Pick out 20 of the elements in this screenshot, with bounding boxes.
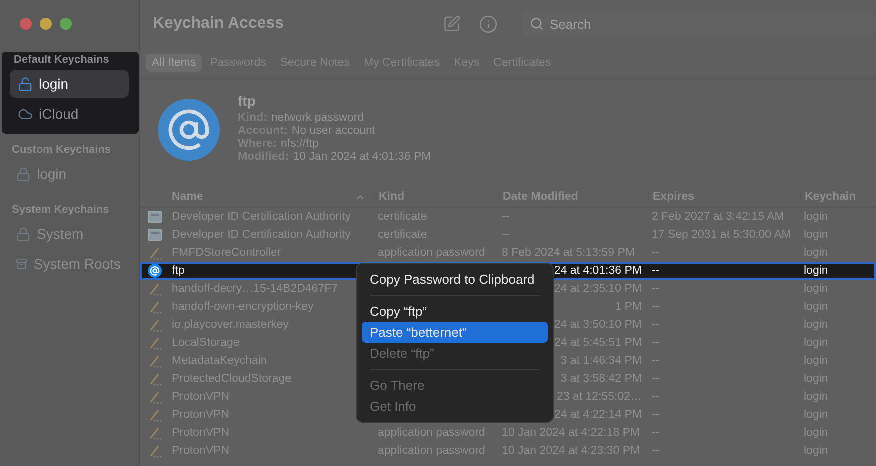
- table-cell-text: --: [501, 229, 511, 241]
- table-cell-text: --: [651, 355, 661, 367]
- table-cell-text: --: [651, 427, 661, 439]
- table-cell-text: --: [651, 373, 661, 385]
- table-cell-text: --: [651, 247, 661, 259]
- table-cell-text: --: [651, 265, 661, 277]
- window-title: Keychain Access: [153, 15, 286, 33]
- table-cell-text: login: [803, 265, 830, 277]
- table-cell-text: --: [501, 211, 511, 223]
- table-cell-text: --: [651, 409, 661, 421]
- table-cell-text: --: [651, 283, 661, 295]
- sidebar-heading: Default Keychains: [13, 54, 110, 68]
- table-cell-text: --: [651, 391, 661, 403]
- table-cell-text: --: [651, 301, 661, 313]
- table-cell-text: 24 at 4:01:36 PM: [553, 265, 643, 277]
- item-name: ftp: [238, 93, 257, 109]
- table-cell-text: ftp: [171, 265, 186, 277]
- table-cell-text: --: [651, 319, 661, 331]
- table-cell-text: --: [651, 337, 661, 349]
- table-cell-text: --: [651, 445, 661, 457]
